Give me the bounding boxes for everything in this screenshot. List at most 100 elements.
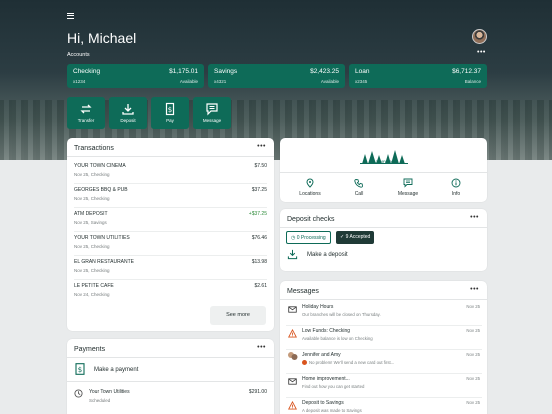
make-payment-link[interactable]: Make a payment bbox=[94, 367, 138, 373]
people-icon bbox=[288, 352, 298, 360]
accepted-label: 9 Accepted bbox=[345, 234, 371, 240]
payments-title: Payments bbox=[74, 346, 106, 353]
deposit-checks-title: Deposit checks bbox=[287, 216, 335, 223]
svg-text:$: $ bbox=[78, 366, 82, 374]
message-title: Low Funds: Checking bbox=[302, 328, 351, 334]
deposit-icon bbox=[122, 104, 134, 115]
transaction-amount: +$37.25 bbox=[248, 211, 267, 217]
transfer-button[interactable]: Transfer bbox=[67, 97, 105, 129]
account-name: Checking bbox=[73, 68, 101, 75]
page-title: Hi, Michael bbox=[67, 30, 137, 46]
transaction-row[interactable]: GEORGES BBQ & PUB Nov 25, Checking $37.2… bbox=[74, 184, 267, 208]
transaction-row[interactable]: ATM DEPOSIT Nov 25, Savings +$37.25 bbox=[74, 208, 267, 232]
payment-payee: Your Town Utilities bbox=[89, 389, 130, 395]
account-number: x4321 bbox=[214, 79, 227, 84]
transfer-label: Transfer bbox=[77, 118, 95, 123]
transaction-amount: $7.50 bbox=[254, 163, 267, 169]
divider bbox=[67, 357, 274, 358]
payments-more-icon[interactable]: ••• bbox=[257, 344, 266, 351]
transaction-date: Nov 25, Savings bbox=[74, 220, 107, 225]
warning-icon bbox=[288, 401, 297, 410]
transaction-merchant: YOUR TOWN CINEMA bbox=[74, 163, 126, 169]
message-preview: Find out how you can get started bbox=[302, 384, 365, 389]
deposit-button[interactable]: Deposit bbox=[109, 97, 147, 129]
transaction-date: Nov 25, Checking bbox=[74, 196, 110, 201]
messages-more-icon[interactable]: ••• bbox=[470, 286, 479, 293]
account-amount: $1,175.01 bbox=[169, 68, 198, 75]
deposit-checks-more-icon[interactable]: ••• bbox=[470, 214, 479, 221]
accounts-more-icon[interactable]: ••• bbox=[477, 49, 486, 56]
message-title: Home improvement... bbox=[302, 376, 350, 382]
account-card-savings[interactable]: Savings $2,423.25 x4321 Available bbox=[208, 64, 345, 88]
message-label: Message bbox=[397, 191, 419, 197]
message-label: Message bbox=[202, 118, 222, 123]
message-date: Nov 25 bbox=[466, 376, 480, 381]
transaction-merchant: LE PETITE CAFE bbox=[74, 283, 114, 289]
message-preview: Our branches will be closed on Thursday. bbox=[302, 312, 381, 317]
account-name: Savings bbox=[214, 68, 238, 75]
account-card-loan[interactable]: Loan $6,712.37 x2345 Balance bbox=[349, 64, 487, 88]
message-date: Nov 25 bbox=[466, 352, 480, 357]
call-link[interactable]: Call bbox=[339, 178, 379, 197]
transaction-row[interactable]: YOUR TOWN CINEMA Nov 25, Checking $7.50 bbox=[74, 160, 267, 184]
message-date: Nov 25 bbox=[466, 304, 480, 309]
transaction-merchant: YOUR TOWN UTILITIES bbox=[74, 235, 130, 241]
message-icon bbox=[206, 103, 218, 116]
divider bbox=[280, 227, 487, 228]
account-card-checking[interactable]: Checking $1,175.01 x1234 Available bbox=[67, 64, 204, 88]
payments-card: Payments ••• $ Make a payment Your Town … bbox=[67, 339, 274, 414]
message-row[interactable]: Low Funds: Checking Available balance is… bbox=[286, 326, 482, 350]
message-title: Holiday Hours bbox=[302, 304, 334, 310]
account-amount: $2,423.25 bbox=[310, 68, 339, 75]
transaction-row[interactable]: YOUR TOWN UTILITIES Nov 25, Checking $76… bbox=[74, 232, 267, 256]
avatar[interactable] bbox=[472, 29, 487, 44]
transaction-date: Nov 24, Checking bbox=[74, 292, 110, 297]
info-link[interactable]: Info bbox=[436, 178, 476, 197]
transaction-row[interactable]: LE PETITE CAFE Nov 24, Checking $2.61 bbox=[74, 280, 267, 304]
alert-badge bbox=[302, 360, 307, 365]
account-number: x1234 bbox=[73, 79, 86, 84]
message-row[interactable]: Home improvement... Find out how you can… bbox=[286, 374, 482, 398]
make-deposit-link[interactable]: Make a deposit bbox=[307, 252, 348, 258]
message-row[interactable]: Jennifer and Amy No problem! We'll send … bbox=[286, 350, 482, 374]
map-pin-icon bbox=[306, 178, 314, 188]
transaction-row[interactable]: EL GRAN RESTAURANTE Nov 25, Checking $13… bbox=[74, 256, 267, 280]
message-row[interactable]: Holiday Hours Our branches will be close… bbox=[286, 302, 482, 326]
envelope-icon bbox=[288, 378, 297, 385]
processing-filter[interactable]: ◷ 0 Processing bbox=[286, 231, 331, 244]
branch-message-link[interactable]: Message bbox=[388, 178, 428, 197]
locations-link[interactable]: Locations bbox=[290, 178, 330, 197]
menu-icon[interactable] bbox=[67, 13, 74, 19]
accepted-filter[interactable]: ✓ 9 Accepted bbox=[336, 231, 375, 244]
divider bbox=[67, 381, 274, 382]
bank-logo: Lakeview bbox=[360, 150, 408, 165]
transactions-more-icon[interactable]: ••• bbox=[257, 143, 266, 150]
account-balance-type: Available bbox=[179, 79, 198, 84]
pay-icon: $ bbox=[165, 102, 175, 116]
clock-icon bbox=[74, 389, 83, 398]
processing-label: 0 Processing bbox=[296, 235, 326, 241]
message-row[interactable]: Deposit to Savings A deposit was made to… bbox=[286, 398, 482, 414]
bill-icon: $ bbox=[75, 363, 85, 375]
transaction-date: Nov 25, Checking bbox=[74, 244, 110, 249]
info-label: Info bbox=[451, 191, 461, 197]
message-button[interactable]: Message bbox=[193, 97, 231, 129]
account-number: x2345 bbox=[355, 79, 368, 84]
message-title: Deposit to Savings bbox=[302, 400, 344, 406]
transaction-amount: $13.98 bbox=[251, 259, 267, 265]
warning-icon bbox=[288, 329, 297, 338]
pay-button[interactable]: $ Pay bbox=[151, 97, 189, 129]
call-label: Call bbox=[354, 191, 364, 197]
bank-logo-text: Lakeview bbox=[372, 159, 397, 165]
account-name: Loan bbox=[355, 68, 370, 75]
transaction-merchant: ATM DEPOSIT bbox=[74, 211, 108, 217]
messages-title: Messages bbox=[287, 288, 319, 295]
clock-icon: ◷ bbox=[291, 235, 296, 241]
account-amount: $6,712.37 bbox=[452, 68, 481, 75]
see-more-button[interactable]: See more bbox=[210, 306, 266, 325]
transaction-amount: $37.25 bbox=[251, 187, 267, 193]
message-title: Jennifer and Amy bbox=[302, 352, 341, 358]
message-preview: A deposit was made to Savings bbox=[302, 408, 362, 413]
payment-amount: $291.00 bbox=[248, 389, 267, 395]
envelope-icon bbox=[288, 306, 297, 313]
